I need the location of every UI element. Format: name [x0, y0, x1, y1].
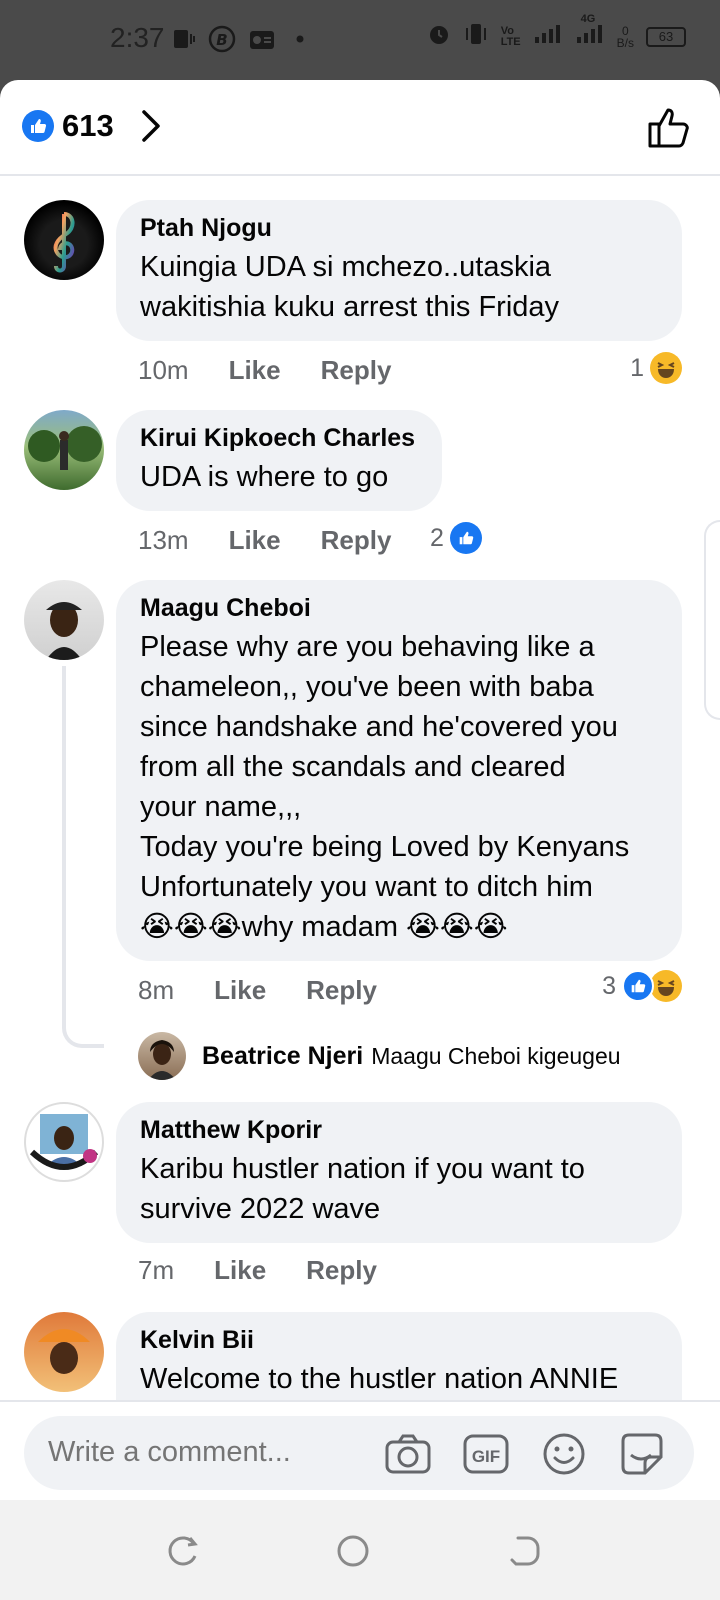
- back-icon[interactable]: [508, 1534, 542, 1568]
- home-icon[interactable]: [336, 1534, 370, 1568]
- vibrate-icon: [463, 22, 489, 51]
- comment-bubble[interactable]: Kirui Kipkoech Charles UDA is where to g…: [116, 410, 442, 511]
- comments-list: Ptah Njogu Kuingia UDA si mchezo..utaski…: [0, 176, 720, 1480]
- haha-icon: [650, 352, 682, 384]
- comment-text: UDA is where to go: [140, 461, 389, 493]
- reactions-header[interactable]: 613: [0, 80, 720, 176]
- comment-actions: 13m Like Reply: [138, 522, 431, 558]
- comment-author[interactable]: Kirui Kipkoech Charles: [140, 424, 418, 453]
- comment-time: 7m: [138, 1254, 175, 1285]
- reply-preview[interactable]: Beatrice Njeri Maagu Cheboi kigeugeu: [138, 1032, 621, 1080]
- comment-actions: 8m Like Reply: [138, 972, 417, 1008]
- comment-text: Welcome to the hustler nation ANNIE: [140, 1363, 619, 1395]
- reaction-count: 1: [630, 353, 644, 382]
- reply-text: Maagu Cheboi kigeugeu: [371, 1042, 621, 1069]
- b-icon: B: [208, 25, 236, 53]
- notification-icon: [172, 26, 196, 52]
- comment-text: Kuingia UDA si mchezo..utaskia wakitishi…: [140, 251, 560, 323]
- comment-reactions[interactable]: 1: [630, 352, 682, 384]
- like-button[interactable]: Like: [214, 1255, 266, 1286]
- composer-box[interactable]: GIF: [24, 1416, 694, 1490]
- svg-text:B: B: [216, 31, 227, 49]
- comment-bubble[interactable]: Ptah Njogu Kuingia UDA si mchezo..utaski…: [116, 200, 682, 341]
- reply-author[interactable]: Beatrice Njeri: [202, 1042, 363, 1071]
- like-icon: [22, 110, 54, 142]
- reply-button[interactable]: Reply: [321, 525, 392, 556]
- status-bar: 2:37 B Vo LTE 4G 0 B/s 63: [0, 0, 720, 80]
- comment-time: 13m: [138, 524, 189, 555]
- radio-icon: [248, 26, 276, 52]
- reaction-count: 613: [62, 108, 114, 143]
- system-nav-bar: [0, 1500, 720, 1600]
- alarm-icon: [427, 22, 451, 51]
- side-tab[interactable]: [704, 520, 720, 720]
- comments-sheet: 613 Ptah Njogu Kuingia UDA si mchezo..ut…: [0, 80, 720, 1500]
- camera-icon[interactable]: [384, 1430, 432, 1478]
- comment-author[interactable]: Maagu Cheboi: [140, 594, 658, 623]
- like-icon: [449, 522, 482, 554]
- thumbs-up-outline-icon[interactable]: [646, 104, 692, 150]
- reply-button[interactable]: Reply: [306, 1255, 377, 1286]
- comment-bubble[interactable]: Maagu Cheboi Please why are you behaving…: [116, 580, 682, 961]
- avatar[interactable]: [24, 580, 104, 660]
- comment-text: Karibu hustler nation if you want to sur…: [140, 1153, 585, 1225]
- net-speed: 0 B/s: [616, 23, 634, 50]
- avatar[interactable]: [24, 200, 104, 280]
- comment-reactions[interactable]: 3: [602, 970, 682, 1002]
- svg-text:GIF: GIF: [472, 1447, 500, 1466]
- status-right: Vo LTE 4G 0 B/s 63: [427, 13, 686, 51]
- comment-time: 8m: [138, 974, 175, 1005]
- chevron-right-icon[interactable]: [136, 108, 166, 144]
- thread-connector: [62, 666, 104, 1048]
- emoji-icon[interactable]: [540, 1430, 588, 1478]
- comment-reactions[interactable]: 2: [430, 522, 482, 554]
- signal-icon: [533, 23, 563, 50]
- like-icon: [622, 970, 654, 1002]
- dot-icon: [296, 26, 304, 52]
- avatar[interactable]: [138, 1032, 186, 1080]
- haha-icon: [650, 970, 682, 1002]
- volte-icon: Vo LTE: [500, 24, 521, 48]
- comment-actions: 10m Like Reply: [138, 352, 431, 388]
- signal-4g-label: 4G: [580, 13, 596, 25]
- comment-bubble[interactable]: Matthew Kporir Karibu hustler nation if …: [116, 1102, 682, 1243]
- reaction-count: 2: [430, 523, 444, 552]
- comment-composer: GIF: [0, 1400, 720, 1500]
- comment-text: Please why are you behaving like a chame…: [140, 631, 630, 943]
- comment-input[interactable]: [48, 1436, 378, 1469]
- battery-icon: 63: [646, 26, 686, 47]
- recent-apps-icon[interactable]: [166, 1534, 200, 1568]
- like-button[interactable]: Like: [229, 355, 281, 386]
- gif-icon[interactable]: GIF: [462, 1430, 510, 1478]
- comment-actions: 7m Like Reply: [138, 1252, 417, 1288]
- comment-author[interactable]: Matthew Kporir: [140, 1116, 658, 1145]
- comment-author[interactable]: Ptah Njogu: [140, 214, 658, 243]
- like-button[interactable]: Like: [214, 975, 266, 1006]
- sticker-icon[interactable]: [618, 1430, 666, 1478]
- avatar[interactable]: [24, 1102, 104, 1182]
- reaction-count: 3: [602, 971, 616, 1000]
- reply-button[interactable]: Reply: [306, 975, 377, 1006]
- reply-button[interactable]: Reply: [321, 355, 392, 386]
- avatar[interactable]: [24, 410, 104, 490]
- like-button[interactable]: Like: [229, 525, 281, 556]
- comment-time: 10m: [138, 354, 189, 385]
- signal-4g-icon: 4G: [575, 13, 605, 50]
- avatar[interactable]: [24, 1312, 104, 1392]
- comment-author[interactable]: Kelvin Bii: [140, 1326, 658, 1355]
- status-time: 2:37: [110, 22, 165, 53]
